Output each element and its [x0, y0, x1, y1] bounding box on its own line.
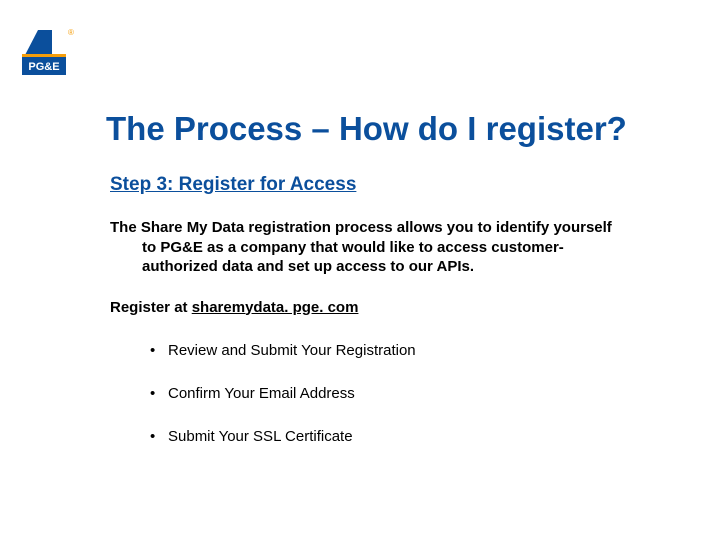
- register-prefix: Register at: [110, 299, 192, 316]
- pge-logo-svg: PG&E: [22, 30, 68, 76]
- slide-title: The Process – How do I register?: [106, 110, 680, 148]
- list-item: Submit Your SSL Certificate: [150, 428, 680, 445]
- slide-content: The Process – How do I register? Step 3:…: [106, 110, 680, 471]
- pge-logo: PG&E ®: [22, 30, 68, 81]
- step-subtitle: Step 3: Register for Access: [110, 174, 680, 196]
- registered-mark: ®: [68, 28, 74, 37]
- list-item: Review and Submit Your Registration: [150, 342, 680, 359]
- pge-logo-text: PG&E: [28, 61, 59, 73]
- list-item: Confirm Your Email Address: [150, 385, 680, 402]
- bullet-list: Review and Submit Your Registration Conf…: [150, 342, 680, 445]
- intro-paragraph: The Share My Data registration process a…: [110, 218, 630, 277]
- register-url: sharemydata. pge. com: [192, 299, 359, 316]
- register-line: Register at sharemydata. pge. com: [110, 299, 680, 316]
